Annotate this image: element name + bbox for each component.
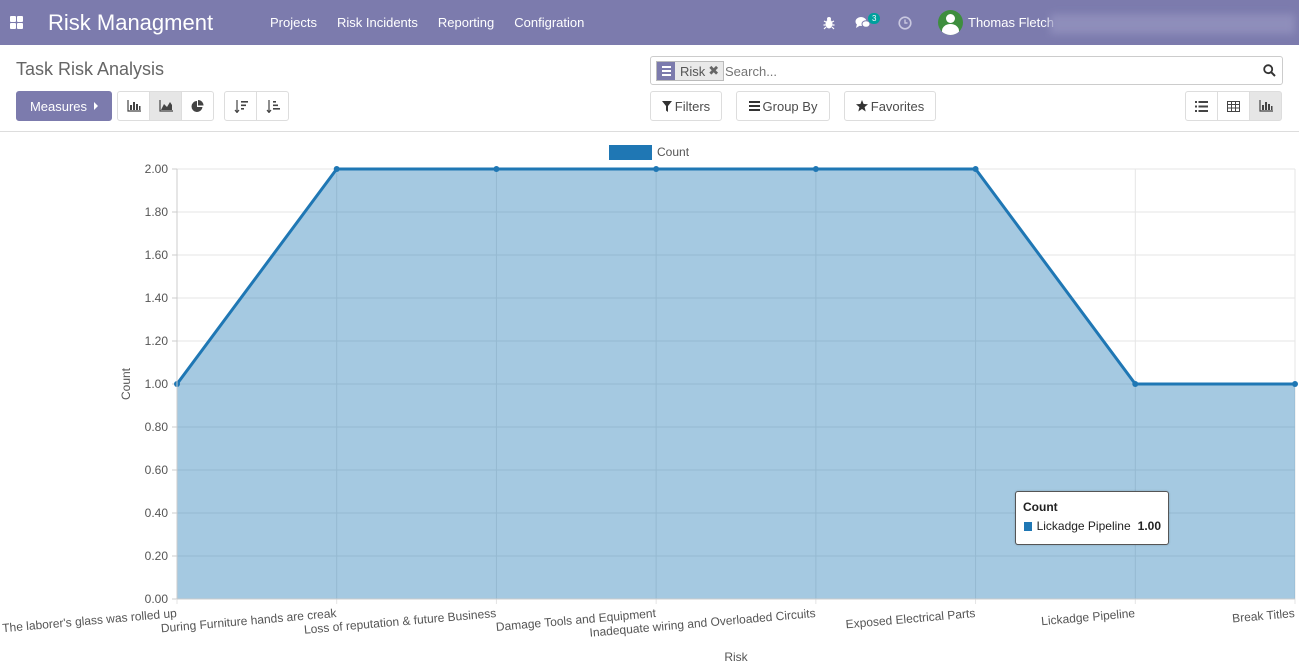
chat-icon[interactable] (855, 0, 871, 45)
top-navbar: Risk Managment Projects Risk Incidents R… (0, 0, 1299, 45)
measures-label: Measures (29, 98, 88, 114)
main-menu: Projects Risk Incidents Reporting Config… (270, 15, 604, 30)
chart-tooltip: Count Lickadge Pipeline 1.00 (1015, 491, 1169, 545)
y-tick-label: 1.60 (145, 248, 169, 262)
pie-chart-icon (191, 99, 204, 112)
line-chart-button[interactable] (149, 91, 182, 121)
user-name: Thomas Fletch (968, 15, 1054, 30)
chart-type-group (117, 91, 214, 121)
tooltip-value: 1.00 (1137, 519, 1161, 533)
app-brand: Risk Managment (48, 10, 214, 35)
group-by-label: Group By (762, 98, 818, 114)
pivot-view-button[interactable] (1217, 91, 1250, 121)
tooltip-label: Lickadge Pipeline (1036, 519, 1131, 533)
favorites-button[interactable]: Favorites (844, 91, 936, 121)
area-chart-icon (158, 100, 173, 112)
graph-view-button[interactable] (1249, 91, 1282, 121)
tooltip-title: Count (1023, 500, 1058, 514)
search-facet: Risk ✖ (656, 61, 725, 81)
list-icon (1195, 100, 1208, 112)
bar-chart-icon (1258, 100, 1273, 112)
search-icon[interactable] (1263, 64, 1276, 77)
menu-item-risk-incidents[interactable]: Risk Incidents (337, 15, 418, 30)
menu-item-configration[interactable]: Configration (514, 15, 584, 30)
data-point (493, 166, 500, 172)
bar-chart-icon (126, 100, 141, 112)
data-point (972, 166, 979, 172)
control-panel: Task Risk Analysis Measures Risk ✖ Searc… (0, 45, 1299, 132)
area-chart: 0.00 0.20 0.40 0.60 0.80 1.00 1.20 1.40 1.60 1.80… (2, 145, 1298, 664)
sort-ascending-icon (266, 99, 280, 113)
tooltip-swatch (1023, 520, 1033, 532)
sort-descending-icon (234, 99, 248, 113)
y-tick-label: 2.00 (145, 162, 169, 176)
x-tick-label: Break Titles (1232, 606, 1296, 625)
y-tick-label: 1.20 (145, 334, 169, 348)
user-menu[interactable]: Thomas Fletch (938, 10, 1054, 35)
star-icon (855, 100, 868, 112)
table-icon (1227, 100, 1240, 112)
search-input[interactable] (725, 61, 1245, 81)
group-by-button[interactable]: Group By (736, 91, 830, 121)
legend-label: Count (657, 145, 690, 159)
bug-icon[interactable] (822, 0, 836, 45)
y-tick-label: 0.60 (145, 463, 169, 477)
sort-group (224, 91, 289, 121)
y-tick-label: 1.00 (145, 377, 169, 391)
data-point (1292, 381, 1298, 387)
pie-chart-button[interactable] (181, 91, 214, 121)
view-switcher (1185, 91, 1282, 121)
group-by-icon (657, 62, 675, 80)
page-title: Task Risk Analysis (16, 59, 165, 79)
search-bar: Risk ✖ (650, 56, 1283, 85)
y-tick-label: 0.00 (145, 592, 169, 606)
sort-descending-button[interactable] (224, 91, 257, 121)
menu-item-projects[interactable]: Projects (270, 15, 317, 30)
x-axis-label: Risk (724, 650, 748, 664)
x-tick-label: Lickadge Pipeline (1041, 606, 1136, 628)
y-tick-label: 0.40 (145, 506, 169, 520)
filters-button[interactable]: Filters (650, 91, 722, 121)
y-tick-label: 0.80 (145, 420, 169, 434)
measures-button[interactable]: Measures (16, 91, 112, 121)
sort-ascending-button[interactable] (256, 91, 289, 121)
chat-count-badge: 3 (868, 13, 881, 24)
bars-icon (748, 101, 760, 111)
x-tick-label: The laborer's glass was rolled up (2, 606, 178, 635)
favorites-label: Favorites (870, 98, 925, 114)
y-tick-label: 0.20 (145, 549, 169, 563)
data-point (1132, 381, 1139, 387)
facet-remove-icon[interactable]: ✖ (708, 63, 723, 79)
menu-item-reporting[interactable]: Reporting (438, 15, 494, 30)
list-view-button[interactable] (1185, 91, 1218, 121)
blurred-region (1050, 14, 1295, 34)
graph-view: 0.00 0.20 0.40 0.60 0.80 1.00 1.20 1.40 1.60 1.80… (0, 133, 1299, 669)
y-tick-label: 1.80 (145, 205, 169, 219)
bar-chart-button[interactable] (117, 91, 150, 121)
x-tick-label: Exposed Electrical Parts (845, 606, 976, 631)
data-point (812, 166, 819, 172)
caret-right-icon (94, 102, 99, 110)
filter-icon (661, 100, 672, 112)
clock-icon[interactable] (898, 0, 912, 45)
filters-label: Filters (674, 98, 711, 114)
y-tick-label: 1.40 (145, 291, 169, 305)
avatar (938, 10, 963, 35)
data-point (333, 166, 340, 172)
facet-label: Risk (680, 63, 706, 79)
legend-swatch (609, 145, 652, 160)
data-point (653, 166, 660, 172)
apps-menu-icon[interactable] (10, 16, 23, 29)
y-axis-label: Count (119, 367, 133, 400)
